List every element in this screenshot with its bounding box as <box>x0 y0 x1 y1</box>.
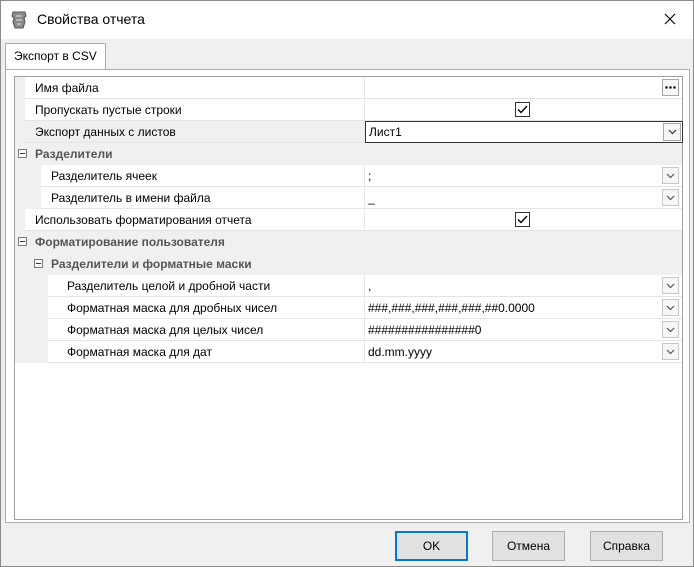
row-integer-mask[interactable]: Форматная маска для целых чисел ########… <box>15 319 682 341</box>
category-label: Форматирование пользователя <box>35 235 225 249</box>
row-filename-separator[interactable]: Разделитель в имени файла _ <box>15 187 682 209</box>
skip-empty-rows-checkbox[interactable] <box>515 102 530 117</box>
category-separators[interactable]: Разделители <box>15 143 682 165</box>
dropdown-button[interactable] <box>662 321 679 338</box>
property-grid: Имя файла Пропускать пустые строки Экспо… <box>14 76 683 520</box>
cell-separator-value[interactable]: ; <box>364 165 682 187</box>
category-user-formatting[interactable]: Форматирование пользователя <box>15 231 682 253</box>
help-button[interactable]: Справка <box>590 531 663 561</box>
close-icon <box>664 13 676 28</box>
property-label: Разделитель целой и дробной части <box>67 279 271 293</box>
tab-export-csv[interactable]: Экспорт в CSV <box>5 43 106 69</box>
chevron-down-icon <box>666 283 675 288</box>
property-label: Имя файла <box>35 81 99 95</box>
tab-panel: Имя файла Пропускать пустые строки Экспо… <box>5 69 690 523</box>
collapse-icon[interactable] <box>34 259 43 268</box>
category-label: Разделители <box>35 147 113 161</box>
dropdown-button[interactable] <box>662 189 679 206</box>
collapse-icon[interactable] <box>18 237 27 246</box>
chevron-down-icon <box>666 195 675 200</box>
file-name-value[interactable] <box>364 77 682 99</box>
skip-empty-rows-value <box>364 99 682 121</box>
row-skip-empty-rows[interactable]: Пропускать пустые строки <box>15 99 682 121</box>
chevron-down-icon <box>666 349 675 354</box>
integer-mask-value[interactable]: ################0 <box>364 319 682 341</box>
tab-strip: Экспорт в CSV <box>1 39 693 69</box>
row-date-mask[interactable]: Форматная маска для дат dd.mm.yyyy <box>15 341 682 363</box>
property-label: Разделитель в имени файла <box>51 191 211 205</box>
fraction-mask-value[interactable]: ###,###,###,###,###,##0.0000 <box>364 297 682 319</box>
dropdown-button[interactable] <box>662 167 679 184</box>
use-report-formatting-checkbox[interactable] <box>515 212 530 227</box>
property-label: Пропускать пустые строки <box>35 103 182 117</box>
close-button[interactable] <box>647 1 693 39</box>
browse-button[interactable] <box>662 79 679 96</box>
ellipsis-icon <box>665 86 676 89</box>
chevron-down-icon <box>666 327 675 332</box>
use-report-formatting-value <box>364 209 682 231</box>
row-cell-separator[interactable]: Разделитель ячеек ; <box>15 165 682 187</box>
property-label: Использовать форматирования отчета <box>35 213 252 227</box>
category-separators-and-masks[interactable]: Разделители и форматные маски <box>15 253 682 275</box>
row-use-report-formatting[interactable]: Использовать форматирования отчета <box>15 209 682 231</box>
dropdown-button[interactable] <box>662 343 679 360</box>
ok-button[interactable]: OK <box>395 531 468 561</box>
properties-dialog: Свойства отчета Экспорт в CSV Имя файла <box>0 0 694 567</box>
date-mask-value[interactable]: dd.mm.yyyy <box>364 341 682 363</box>
check-icon <box>517 215 528 224</box>
row-decimal-separator[interactable]: Разделитель целой и дробной части , <box>15 275 682 297</box>
row-file-name[interactable]: Имя файла <box>15 77 682 99</box>
dropdown-button[interactable] <box>662 277 679 294</box>
decimal-separator-value[interactable]: , <box>364 275 682 297</box>
property-label: Форматная маска для дат <box>67 345 212 359</box>
chevron-down-icon <box>666 173 675 178</box>
property-label: Экспорт данных с листов <box>35 125 176 139</box>
cancel-button[interactable]: Отмена <box>492 531 565 561</box>
property-label: Разделитель ячеек <box>51 169 157 183</box>
row-fraction-mask[interactable]: Форматная маска для дробных чисел ###,##… <box>15 297 682 319</box>
export-sheets-combo[interactable]: Лист1 <box>365 121 683 143</box>
collapse-icon[interactable] <box>18 149 27 158</box>
property-label: Форматная маска для целых чисел <box>67 323 264 337</box>
title-bar: Свойства отчета <box>1 1 693 39</box>
chevron-down-icon <box>666 305 675 310</box>
window-title: Свойства отчета <box>37 11 145 27</box>
chevron-down-icon <box>668 129 676 135</box>
check-icon <box>517 105 528 114</box>
dropdown-button[interactable] <box>662 299 679 316</box>
report-app-icon <box>10 10 28 30</box>
category-label: Разделители и форматные маски <box>51 257 252 271</box>
filename-separator-value[interactable]: _ <box>364 187 682 209</box>
dropdown-button[interactable] <box>663 123 681 141</box>
property-label: Форматная маска для дробных чисел <box>67 301 278 315</box>
row-export-sheets[interactable]: Экспорт данных с листов Лист1 <box>15 121 683 143</box>
export-sheets-value: Лист1 <box>364 121 683 143</box>
